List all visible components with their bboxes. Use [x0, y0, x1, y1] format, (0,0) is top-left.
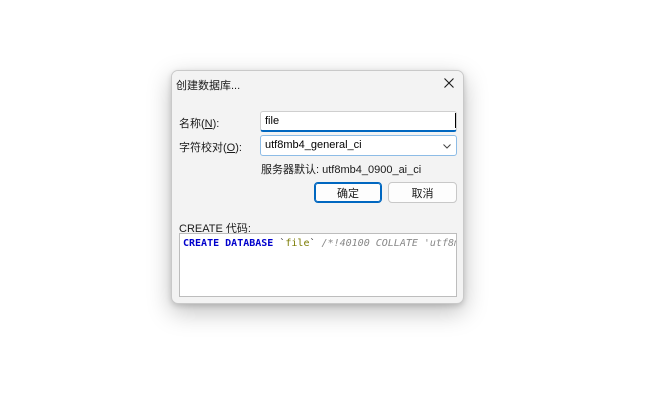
text-caret [455, 113, 456, 128]
cancel-button[interactable]: 取消 [388, 182, 457, 203]
create-code-editor[interactable]: CREATE DATABASE `file` /*!40100 COLLATE … [179, 233, 457, 297]
create-database-dialog: 创建数据库... 名称(N): 字符校对(O): utf8mb4_general… [171, 70, 464, 304]
ok-button[interactable]: 确定 [314, 182, 382, 203]
dialog-title: 创建数据库... [176, 80, 241, 92]
code-comment: /*!40100 COLLATE 'utf8mb4_general_ci' */ [321, 238, 456, 249]
close-icon [444, 78, 454, 88]
code-line: CREATE DATABASE `file` /*!40100 COLLATE … [183, 238, 456, 249]
code-db-name: file [285, 238, 310, 249]
code-backtick-close: ` [309, 238, 316, 249]
server-default-collation: 服务器默认: utf8mb4_0900_ai_ci [261, 164, 422, 176]
dialog-titlebar[interactable]: 创建数据库... [172, 71, 463, 96]
name-label: 名称(N): [179, 118, 220, 130]
collation-selected-value: utf8mb4_general_ci [265, 139, 362, 151]
code-keyword-create: CREATE [183, 238, 220, 249]
name-input[interactable] [260, 111, 457, 132]
collation-select[interactable]: utf8mb4_general_ci [260, 135, 457, 156]
code-keyword-database: DATABASE [225, 238, 274, 249]
collation-label: 字符校对(O): [179, 142, 242, 154]
chevron-down-icon [443, 144, 451, 149]
close-button[interactable] [435, 71, 463, 95]
